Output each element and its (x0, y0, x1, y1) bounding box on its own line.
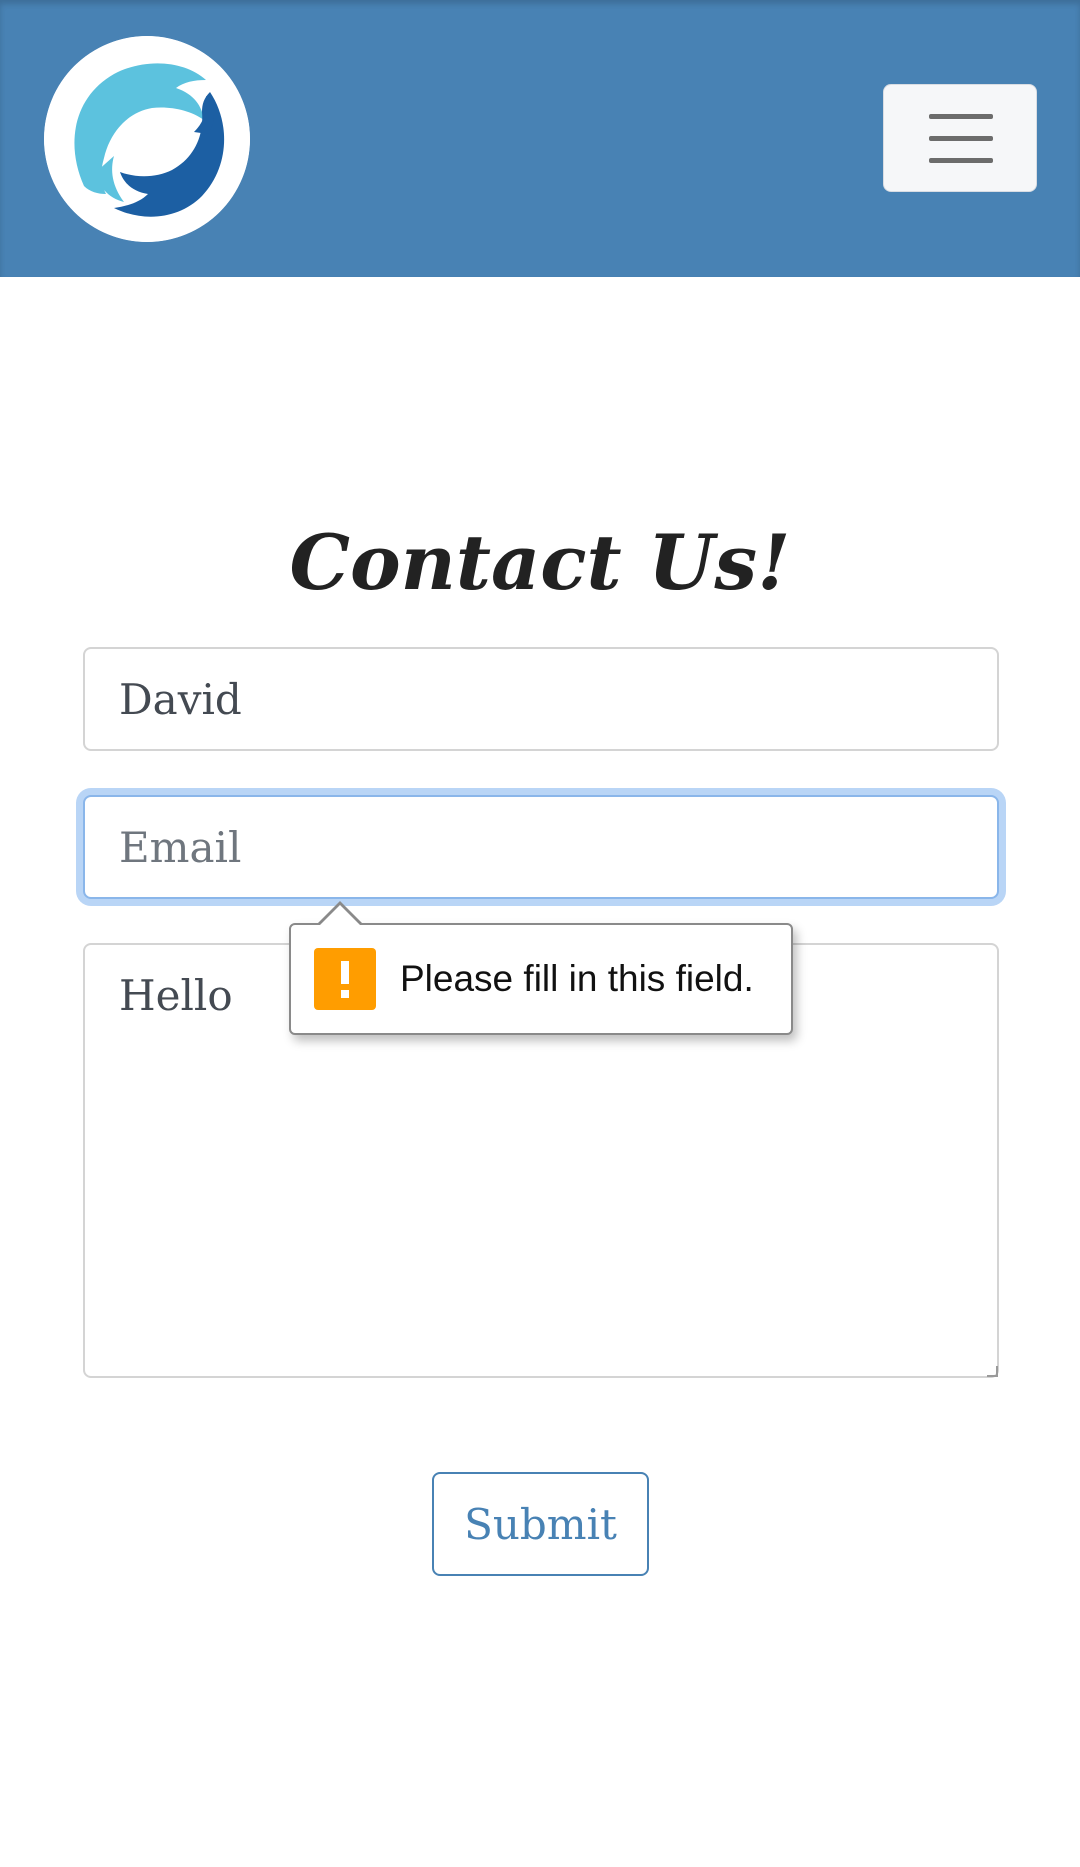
validation-tooltip: Please fill in this field. (289, 923, 793, 1035)
resize-grip-icon[interactable] (987, 1366, 998, 1377)
hamburger-menu-icon (929, 114, 993, 119)
page-title: Contact Us! (289, 517, 791, 607)
email-field[interactable] (83, 795, 999, 899)
tooltip-arrow-fill (320, 905, 360, 925)
contact-page: Contact Us! Hello Submit Please fill in … (0, 0, 1080, 1867)
validation-message: Please fill in this field. (400, 958, 754, 999)
warning-icon (314, 948, 376, 1010)
submit-button[interactable]: Submit (432, 1472, 649, 1576)
hamburger-menu-icon-bar (929, 136, 993, 141)
name-field[interactable] (83, 647, 999, 751)
hamburger-menu-icon-bar (929, 158, 993, 163)
menu-toggle-button[interactable] (883, 84, 1037, 192)
dolphins-logo-icon[interactable] (44, 36, 250, 242)
navbar (0, 0, 1080, 277)
